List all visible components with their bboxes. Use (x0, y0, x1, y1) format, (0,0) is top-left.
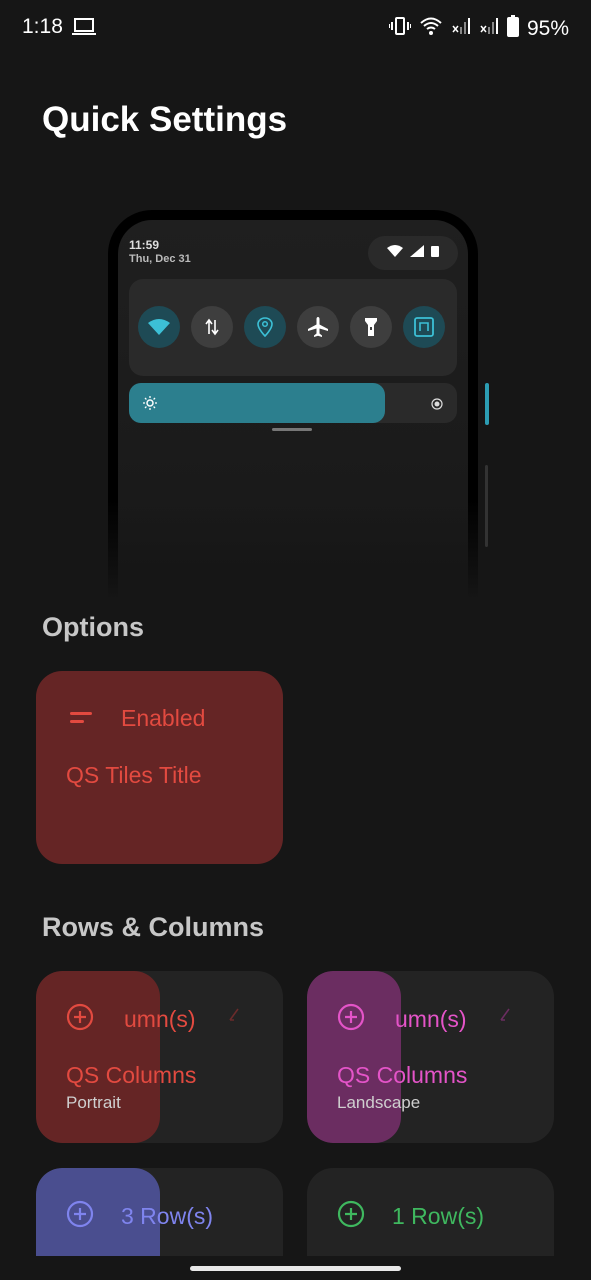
page-title: Quick Settings (42, 100, 288, 139)
slider-subtitle: Landscape (337, 1093, 421, 1112)
add-circle-icon (337, 1200, 365, 1228)
phone-side-button (485, 465, 488, 547)
battery-icon (506, 15, 519, 42)
preview-date: Thu, Dec 31 (129, 253, 191, 265)
short-text-icon (70, 711, 94, 730)
battery-percent: 95% (526, 16, 569, 40)
vibrate-icon (387, 16, 412, 41)
qs-columns-landscape-slider[interactable]: umn(s) QS Columns Landscape (307, 971, 554, 1143)
add-circle-icon (66, 1200, 94, 1228)
status-bar: 1:18 95% (0, 0, 591, 56)
data-arrows-icon (191, 306, 233, 348)
slider-subtitle: Portrait (66, 1093, 121, 1112)
toggle-label: QS Tiles Title (66, 762, 202, 788)
preview-qs-panel (129, 279, 457, 376)
qs-tiles-title-toggle[interactable]: Enabled QS Tiles Title (36, 671, 283, 864)
preview-drag-handle (272, 428, 312, 431)
airplane-icon (297, 306, 339, 348)
edit-icon (229, 1008, 239, 1027)
signal-icon (410, 244, 424, 262)
slider-title: QS Columns (66, 1062, 197, 1088)
brightness-high-icon (431, 397, 443, 415)
wifi-icon (419, 16, 443, 41)
add-circle-icon (66, 1003, 94, 1031)
slider-value: 3 Row(s) (121, 1203, 214, 1229)
section-title-rows-columns: Rows & Columns (42, 912, 265, 942)
section-title-options: Options (42, 612, 144, 642)
wifi-icon (387, 244, 403, 262)
brightness-low-icon (143, 396, 157, 415)
signal-icon (451, 16, 471, 41)
slider-value: 1 Row(s) (392, 1203, 485, 1229)
edit-icon (500, 1008, 510, 1027)
slider-title: QS Columns (337, 1062, 468, 1088)
status-time: 1:18 (22, 15, 63, 38)
gesture-nav-handle[interactable] (190, 1266, 401, 1271)
toggle-state: Enabled (121, 705, 206, 731)
preview-time: 11:59 (129, 238, 160, 252)
slider-value: umn(s) (124, 1006, 196, 1032)
nfc-icon (403, 306, 445, 348)
qs-columns-portrait-slider[interactable]: umn(s) QS Columns Portrait (36, 971, 283, 1143)
slider-fill (307, 971, 401, 1143)
slider-fill (36, 971, 160, 1143)
signal-icon (479, 16, 499, 41)
wifi-tile-icon (138, 306, 180, 348)
preview-status-pill (368, 236, 458, 270)
battery-icon (431, 244, 439, 262)
add-circle-icon (337, 1003, 365, 1031)
laptop-icon (72, 17, 96, 42)
preview-brightness-slider (129, 383, 457, 423)
phone-side-button (485, 383, 489, 425)
location-icon (244, 306, 286, 348)
slider-value: umn(s) (395, 1006, 467, 1032)
brightness-fill (129, 383, 385, 423)
flashlight-icon (350, 306, 392, 348)
